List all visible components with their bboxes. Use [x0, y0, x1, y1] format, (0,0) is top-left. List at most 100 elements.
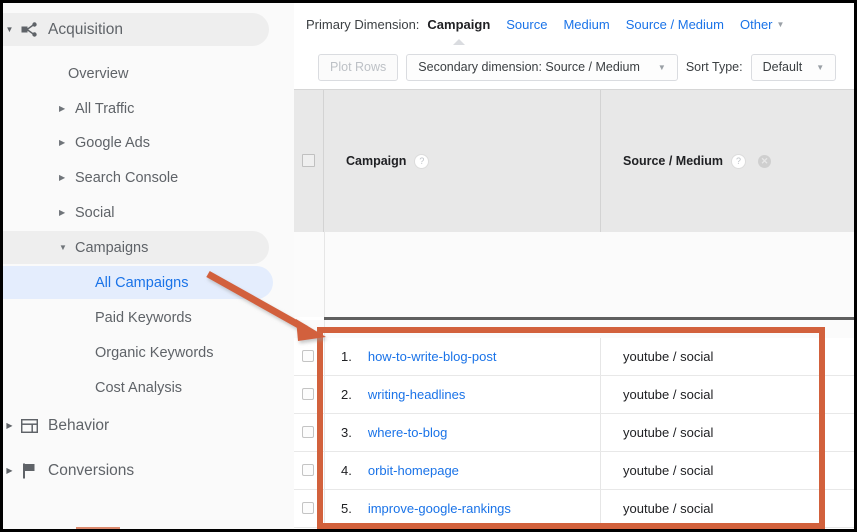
cell-campaign: 3. where-to-blog — [324, 414, 601, 451]
row-index: 2. — [341, 387, 352, 402]
plot-rows-button[interactable]: Plot Rows — [318, 53, 399, 81]
sidebar-item-label: Acquisition — [48, 20, 123, 38]
sidebar-item-label: Social — [75, 204, 115, 221]
sidebar-item-acquisition[interactable]: ▼ Acquisition — [3, 13, 269, 46]
sidebar-item-cost-analysis[interactable]: Cost Analysis — [3, 371, 269, 404]
cell-campaign: 4. orbit-homepage — [324, 452, 601, 489]
sidebar-item-overview[interactable]: Overview — [3, 57, 269, 90]
table-row[interactable]: 5. improve-google-rankings youtube / soc… — [294, 490, 854, 528]
sidebar-item-label: Search Console — [75, 169, 179, 186]
row-checkbox[interactable] — [302, 502, 314, 514]
table-controls-bar: Plot Rows Secondary dimension: Source / … — [294, 45, 854, 89]
cell-source-medium: youtube / social — [623, 387, 714, 402]
sidebar-item-campaigns[interactable]: ▼ Campaigns — [3, 231, 269, 264]
sidebar-item-all-campaigns[interactable]: All Campaigns — [3, 266, 273, 299]
sidebar-item-google-ads[interactable]: ▶ Google Ads — [3, 126, 269, 159]
rows-top-spacer — [294, 320, 854, 338]
campaign-link[interactable]: how-to-write-blog-post — [368, 349, 497, 364]
sort-type-value: Default — [762, 60, 803, 74]
row-checkbox[interactable] — [302, 388, 314, 400]
sort-type-dropdown[interactable]: Default ▼ — [750, 53, 837, 81]
row-index: 3. — [341, 425, 352, 440]
sidebar-item-paid-keywords[interactable]: Paid Keywords — [3, 301, 269, 334]
secondary-dimension-dropdown[interactable]: Secondary dimension: Source / Medium ▼ — [406, 53, 678, 81]
flag-icon — [16, 463, 42, 479]
campaign-link[interactable]: improve-google-rankings — [368, 501, 511, 516]
cell-source-medium: youtube / social — [623, 463, 714, 478]
help-icon[interactable]: ? — [414, 153, 430, 169]
primary-dimension-bar: Primary Dimension: Campaign Source Mediu… — [294, 3, 854, 45]
row-index: 5. — [341, 501, 352, 516]
remove-column-icon[interactable]: ✕ — [758, 154, 772, 168]
chevron-right-icon[interactable]: ▶ — [59, 208, 70, 217]
sidebar-item-label: Cost Analysis — [95, 379, 183, 396]
campaign-link[interactable]: where-to-blog — [368, 425, 448, 440]
row-checkbox[interactable] — [302, 426, 314, 438]
sidebar-item-label: All Campaigns — [95, 274, 189, 291]
sidebar-item-label: Conversions — [48, 461, 135, 479]
primary-dimension-active-label: Campaign — [427, 16, 491, 32]
chevron-right-icon[interactable]: ▶ — [3, 466, 16, 475]
sort-type-label: Sort Type: — [685, 60, 743, 74]
cell-campaign: 1. how-to-write-blog-post — [324, 338, 601, 375]
chevron-right-icon[interactable]: ▶ — [59, 173, 70, 182]
column-header-campaign[interactable]: Campaign ? — [324, 90, 601, 232]
row-checkbox[interactable] — [302, 464, 314, 476]
primary-dimension-other[interactable]: Other ▼ — [740, 17, 784, 32]
chevron-down-icon: ▼ — [776, 19, 785, 29]
campaign-rows-table: 1. how-to-write-blog-post youtube / soci… — [294, 317, 854, 529]
chevron-right-icon[interactable]: ▶ — [59, 104, 70, 113]
sidebar-item-label: Google Ads — [75, 134, 150, 151]
column-header-source-medium-label: Source / Medium — [623, 154, 724, 168]
column-divider — [324, 320, 325, 338]
sidebar-item-label: Overview — [68, 65, 129, 82]
sidebar-item-search-console[interactable]: ▶ Search Console — [3, 161, 269, 194]
column-header-source-medium[interactable]: Source / Medium ? ✕ — [601, 90, 854, 232]
chevron-down-icon[interactable]: ▼ — [3, 25, 16, 34]
sidebar-item-behavior[interactable]: ▶ Behavior — [3, 409, 269, 442]
secondary-dimension-label: Secondary dimension: Source / Medium — [418, 60, 640, 74]
primary-dimension-source-medium[interactable]: Source / Medium — [626, 17, 724, 32]
primary-dimension-medium[interactable]: Medium — [563, 17, 609, 32]
select-all-checkbox[interactable] — [302, 154, 315, 167]
table-header: Campaign ? Source / Medium ? ✕ — [294, 89, 854, 232]
sidebar-item-label: Campaigns — [75, 239, 149, 256]
cell-campaign: 2. writing-headlines — [324, 376, 601, 413]
campaign-link[interactable]: writing-headlines — [368, 387, 466, 402]
row-checkbox[interactable] — [302, 350, 314, 362]
active-tab-caret-icon — [452, 38, 465, 45]
cell-source-medium: youtube / social — [623, 349, 714, 364]
table-row[interactable]: 4. orbit-homepage youtube / social — [294, 452, 854, 490]
table-body-gap — [294, 232, 854, 317]
layout-icon — [16, 418, 42, 433]
sidebar-item-all-traffic[interactable]: ▶ All Traffic — [3, 92, 269, 125]
chevron-down-icon[interactable]: ▼ — [59, 243, 70, 252]
chevron-down-icon: ▼ — [816, 62, 825, 72]
annotation-bottom-fragment — [76, 527, 120, 529]
sidebar-item-label: Paid Keywords — [95, 309, 192, 326]
cell-source-medium: youtube / social — [623, 501, 714, 516]
primary-dimension-other-label: Other — [739, 16, 773, 32]
main-content: Primary Dimension: Campaign Source Mediu… — [294, 3, 854, 529]
row-index: 1. — [341, 349, 352, 364]
sidebar-item-organic-keywords[interactable]: Organic Keywords — [3, 336, 269, 369]
column-divider — [324, 232, 325, 317]
sidebar-item-conversions[interactable]: ▶ Conversions — [3, 454, 269, 487]
table-row[interactable]: 3. where-to-blog youtube / social — [294, 414, 854, 452]
table-row[interactable]: 1. how-to-write-blog-post youtube / soci… — [294, 338, 854, 376]
sidebar-item-social[interactable]: ▶ Social — [3, 196, 269, 229]
share-nodes-icon — [16, 22, 42, 37]
cell-source-medium: youtube / social — [623, 425, 714, 440]
screenshot-frame: ▼ Acquisition Overview ▶ All Traffic ▶ G… — [0, 0, 857, 532]
table-row[interactable]: 2. writing-headlines youtube / social — [294, 376, 854, 414]
primary-dimension-active-campaign[interactable]: Campaign — [427, 16, 491, 45]
sidebar-item-label: Organic Keywords — [95, 344, 214, 361]
primary-dimension-source[interactable]: Source — [506, 17, 547, 32]
chevron-right-icon[interactable]: ▶ — [3, 421, 16, 430]
help-icon[interactable]: ? — [731, 153, 747, 169]
app-canvas: ▼ Acquisition Overview ▶ All Traffic ▶ G… — [3, 3, 854, 529]
chevron-right-icon[interactable]: ▶ — [59, 138, 70, 147]
header-checkbox-column — [294, 90, 324, 232]
campaign-link[interactable]: orbit-homepage — [368, 463, 459, 478]
cell-campaign: 5. improve-google-rankings — [324, 490, 601, 527]
